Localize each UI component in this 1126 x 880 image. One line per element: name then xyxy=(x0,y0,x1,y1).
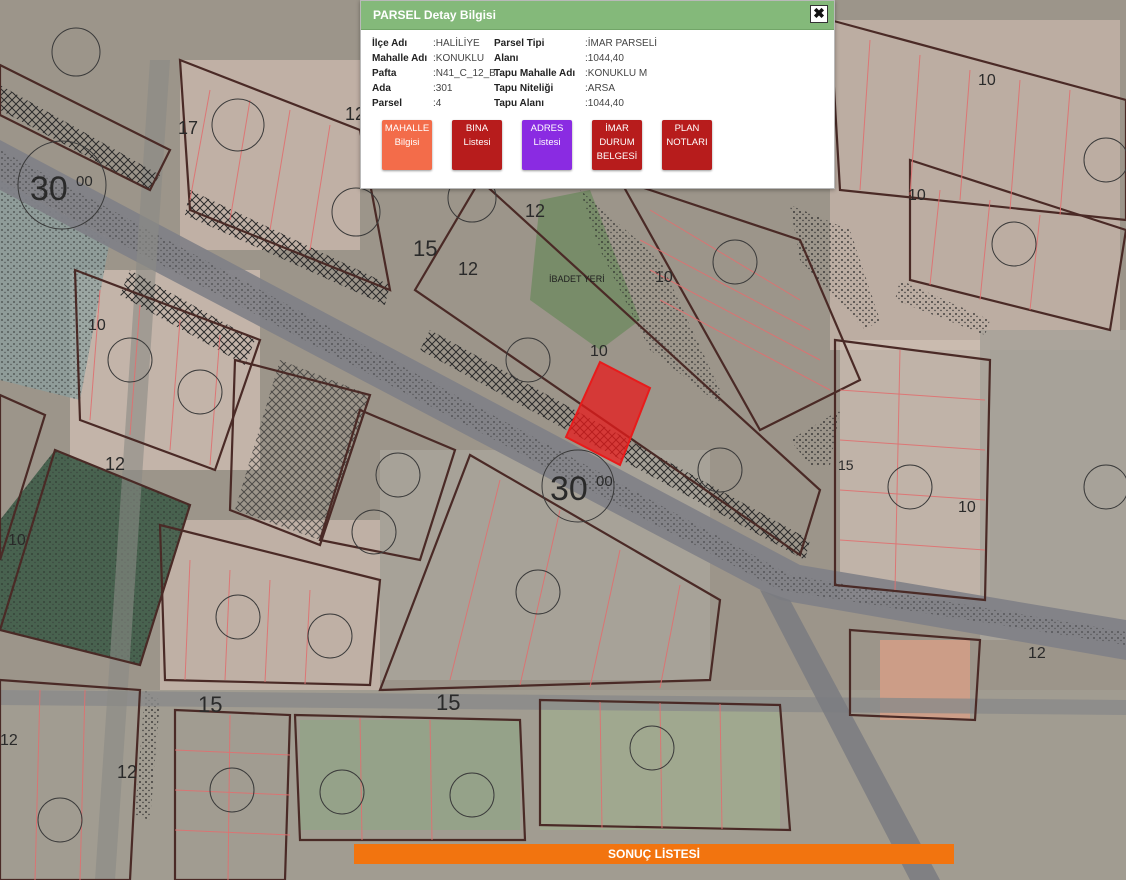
info-row: Tapu Niteliği :ARSA xyxy=(494,81,657,96)
info-value: :KONUKLU xyxy=(433,53,485,64)
info-value: :KONUKLU M xyxy=(585,68,648,79)
road-width-label: 10 xyxy=(88,317,106,334)
road-width-label: 12 xyxy=(1028,645,1046,662)
info-value: :301 xyxy=(433,83,453,94)
info-label: Parsel Tipi xyxy=(494,38,545,49)
road-width-label: 10 xyxy=(978,72,996,89)
road-width-label: 12 xyxy=(0,732,18,749)
road-width-label: 30 xyxy=(30,170,68,208)
road-width-label-sup: 00 xyxy=(596,473,613,490)
info-label: Parsel xyxy=(372,98,403,109)
info-label: Tapu Mahalle Adı xyxy=(494,68,576,79)
close-icon[interactable]: ✖ xyxy=(810,5,828,23)
zoning-status-document-button[interactable]: İMAR DURUM BELGESİ xyxy=(592,120,642,170)
info-row: Mahalle Adı :KONUKLU xyxy=(372,51,496,66)
info-label: Tapu Alanı xyxy=(494,98,544,109)
road-width-label: 12 xyxy=(117,762,137,782)
road-width-label: 15 xyxy=(198,692,222,717)
neighborhood-info-button[interactable]: MAHALLE Bilgisi xyxy=(382,120,432,170)
road-width-label: 12 xyxy=(105,454,125,474)
info-label: Tapu Niteliği xyxy=(494,83,554,94)
info-row: Ada :301 xyxy=(372,81,496,96)
road-width-label: 10 xyxy=(8,532,26,549)
road-width-label: 10 xyxy=(590,343,608,360)
plan-notes-button[interactable]: PLAN NOTLARI xyxy=(662,120,712,170)
address-list-button[interactable]: ADRES Listesi xyxy=(522,120,572,170)
parcel-info-left: İlçe Adı :HALİLİYE Mahalle Adı :KONUKLU Pa… xyxy=(372,36,496,111)
building-list-button[interactable]: BINA Listesi xyxy=(452,120,502,170)
info-label: Mahalle Adı xyxy=(372,53,428,64)
info-row: Tapu Mahalle Adı :KONUKLU M xyxy=(494,66,657,81)
road-width-label-sup: 00 xyxy=(76,173,93,190)
info-row: Parsel Tipi :İMAR PARSELİ xyxy=(494,36,657,51)
road-width-label: 10 xyxy=(655,269,673,286)
info-label: Pafta xyxy=(372,68,397,79)
info-value: :4 xyxy=(433,98,442,109)
road-width-label: 17 xyxy=(178,118,198,138)
worship-area-label: İBADET YERİ xyxy=(549,274,605,284)
road-width-label: 15 xyxy=(436,690,460,715)
panel-title: PARSEL Detay Bilgisi xyxy=(373,8,496,22)
results-list-button[interactable]: SONUÇ LİSTESİ xyxy=(354,844,954,864)
road-width-label: 15 xyxy=(413,236,437,261)
info-value: :N41_C_12_B xyxy=(433,68,496,79)
parcel-detail-panel: PARSEL Detay Bilgisi ✖ İlçe Adı :HALİLİYE… xyxy=(360,0,835,189)
info-value: :HALİLİYE xyxy=(433,38,480,49)
info-row: Pafta :N41_C_12_B xyxy=(372,66,496,81)
road-width-label: 12 xyxy=(458,259,478,279)
panel-header: PARSEL Detay Bilgisi ✖ xyxy=(361,1,834,30)
parcel-info-right: Parsel Tipi :İMAR PARSELİ Alanı :1044,40 T… xyxy=(494,36,657,111)
info-value: :ARSA xyxy=(585,83,616,94)
info-label: İlçe Adı xyxy=(372,38,408,49)
info-label: Alanı xyxy=(494,53,519,64)
info-row: İlçe Adı :HALİLİYE xyxy=(372,36,496,51)
road-width-label: 15 xyxy=(838,457,854,473)
road-width-label: 10 xyxy=(908,187,926,204)
road-width-label: 30 xyxy=(550,470,588,508)
info-row: Alanı :1044,40 xyxy=(494,51,657,66)
info-row: Parsel :4 xyxy=(372,96,496,111)
road-width-label: 12 xyxy=(525,201,545,221)
info-row: Tapu Alanı :1044,40 xyxy=(494,96,657,111)
road-width-label: 10 xyxy=(958,499,976,516)
info-label: Ada xyxy=(372,83,391,94)
info-value: :1044,40 xyxy=(585,53,624,64)
info-value: :İMAR PARSELİ xyxy=(585,38,658,49)
info-value: :1044,40 xyxy=(585,98,624,109)
